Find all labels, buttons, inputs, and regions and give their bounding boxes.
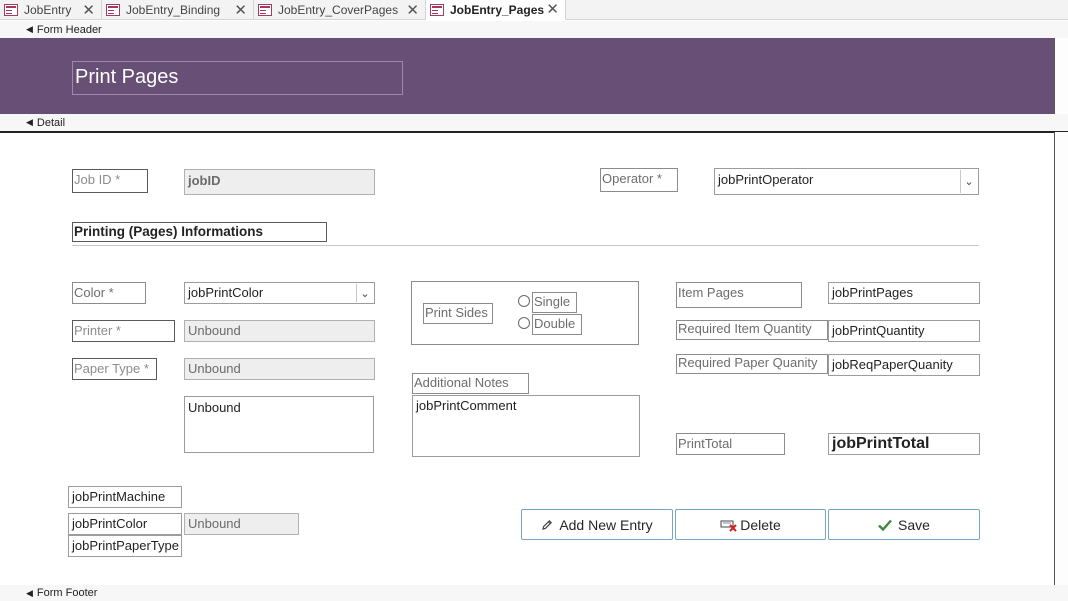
- add-new-entry-button[interactable]: Add New Entry: [521, 509, 673, 540]
- printer-field[interactable]: Unbound: [184, 320, 375, 342]
- form-footer-bar[interactable]: ◀ Form Footer: [0, 585, 1068, 601]
- color-combo[interactable]: jobPrintColor ⌄: [184, 282, 375, 304]
- unbound-textbox[interactable]: Unbound: [184, 396, 374, 453]
- color-label[interactable]: Color *: [72, 282, 146, 304]
- print-sides-label[interactable]: Print Sides: [423, 303, 493, 324]
- operator-value: jobPrintOperator: [718, 172, 814, 187]
- job-id-field[interactable]: jobID: [184, 169, 375, 195]
- section-divider: [72, 245, 979, 246]
- section-title[interactable]: Printing (Pages) Informations: [72, 222, 327, 242]
- scroll-strip: [1054, 38, 1068, 114]
- form-header-bar[interactable]: ◀ Form Header: [0, 21, 1068, 40]
- print-total-field[interactable]: jobPrintTotal: [828, 433, 980, 455]
- close-icon[interactable]: ✕: [406, 3, 419, 18]
- tab-label: JobEntry_Binding: [126, 3, 221, 17]
- tab-jobentry-binding[interactable]: JobEntry_Binding ✕: [102, 0, 254, 20]
- detail-bar[interactable]: ◀ Detail: [0, 114, 1068, 133]
- hidden-paper-type-field[interactable]: jobPrintPaperType: [68, 535, 182, 557]
- document-tab-strip: JobEntry ✕ JobEntry_Binding ✕ JobEntry_C…: [0, 0, 1068, 20]
- tab-label: JobEntry_Pages: [450, 2, 545, 17]
- paper-type-field[interactable]: Unbound: [184, 358, 375, 380]
- chevron-down-icon[interactable]: ⌄: [960, 170, 977, 193]
- machine-field[interactable]: jobPrintMachine: [68, 486, 182, 508]
- form-footer-label: Form Footer: [36, 587, 98, 599]
- additional-notes-label[interactable]: Additional Notes: [412, 373, 529, 394]
- tab-jobentry-coverpages[interactable]: JobEntry_CoverPages ✕: [254, 0, 426, 20]
- req-paper-qty-field[interactable]: jobReqPaperQuanity: [828, 354, 980, 376]
- checkmark-icon: [878, 519, 892, 531]
- tab-label: JobEntry_CoverPages: [278, 3, 399, 17]
- form-icon: [4, 4, 18, 16]
- comment-textbox[interactable]: jobPrintComment: [412, 395, 640, 457]
- single-radio[interactable]: [518, 295, 530, 307]
- section-marker-icon: ◀: [26, 117, 33, 127]
- print-total-label[interactable]: PrintTotal: [676, 433, 785, 455]
- req-paper-qty-label[interactable]: Required Paper Quanity: [676, 354, 828, 374]
- item-pages-label[interactable]: Item Pages: [676, 282, 802, 308]
- delete-label: Delete: [740, 516, 781, 533]
- section-marker-icon: ◀: [26, 587, 33, 598]
- operator-label[interactable]: Operator *: [600, 168, 678, 192]
- tab-label: JobEntry: [24, 3, 72, 17]
- color-value: jobPrintColor: [188, 285, 264, 300]
- hidden-unbound-field[interactable]: Unbound: [184, 513, 299, 535]
- double-label[interactable]: Double: [532, 314, 582, 335]
- item-pages-field[interactable]: jobPrintPages: [828, 282, 980, 304]
- close-icon[interactable]: ✕: [546, 2, 559, 17]
- chevron-down-icon[interactable]: ⌄: [356, 284, 373, 302]
- hidden-color-field[interactable]: jobPrintColor: [68, 513, 182, 535]
- req-item-qty-field[interactable]: jobPrintQuantity: [828, 320, 980, 342]
- scroll-strip: [1054, 132, 1068, 585]
- close-icon[interactable]: ✕: [234, 3, 247, 18]
- tab-jobentry[interactable]: JobEntry ✕: [0, 0, 102, 20]
- form-icon: [258, 4, 272, 16]
- delete-icon: [720, 518, 738, 532]
- form-icon: [106, 4, 120, 16]
- page-title[interactable]: Print Pages: [72, 61, 403, 95]
- single-label[interactable]: Single: [532, 292, 577, 313]
- save-label: Save: [898, 516, 930, 533]
- section-marker-icon: ◀: [26, 24, 33, 34]
- pencil-icon: [541, 519, 553, 531]
- save-button[interactable]: Save: [828, 509, 980, 540]
- delete-button[interactable]: Delete: [675, 509, 826, 540]
- printer-label[interactable]: Printer *: [72, 320, 175, 342]
- add-new-entry-label: Add New Entry: [559, 516, 653, 533]
- job-id-label[interactable]: Job ID *: [72, 169, 148, 193]
- req-item-qty-label[interactable]: Required Item Quantity: [676, 320, 828, 340]
- form-icon: [430, 3, 444, 16]
- operator-combo[interactable]: jobPrintOperator ⌄: [714, 168, 979, 195]
- double-radio[interactable]: [518, 317, 530, 329]
- form-header-label: Form Header: [36, 23, 102, 36]
- detail-label: Detail: [36, 116, 66, 129]
- tab-jobentry-pages[interactable]: JobEntry_Pages ✕: [426, 0, 566, 20]
- close-icon[interactable]: ✕: [82, 3, 95, 18]
- paper-type-label[interactable]: Paper Type *: [72, 358, 157, 380]
